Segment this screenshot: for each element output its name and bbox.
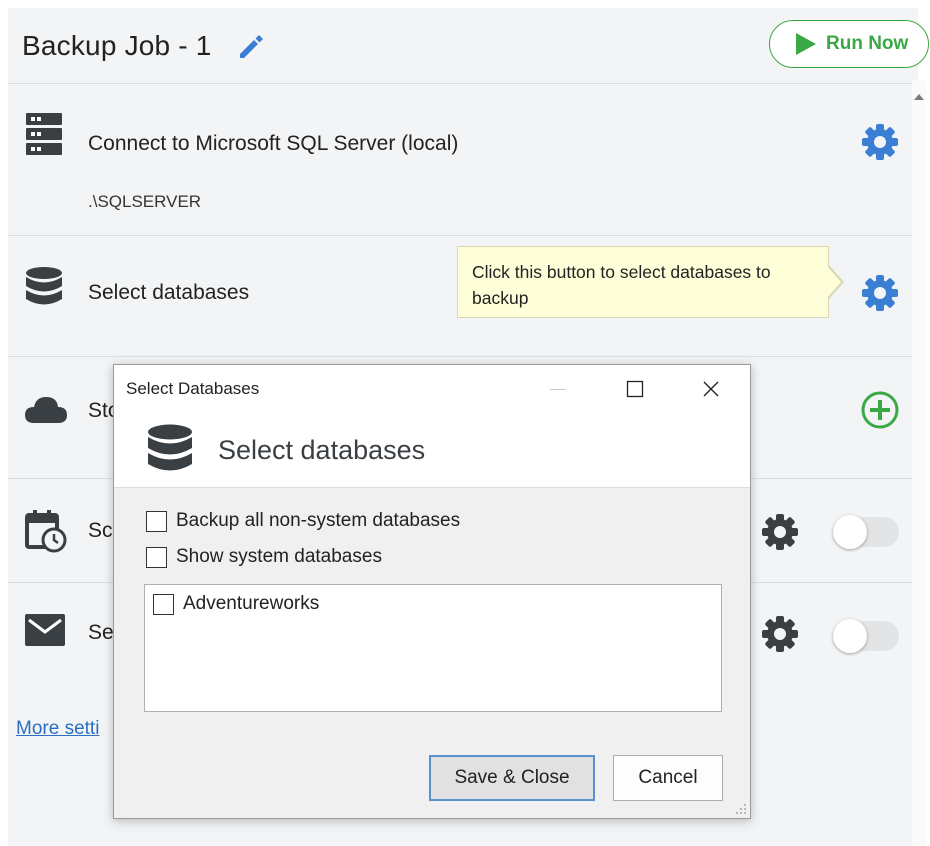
notification-settings-gear-icon[interactable]	[759, 613, 801, 655]
backup-all-label: Backup all non-system databases	[176, 510, 461, 531]
minimize-button[interactable]	[535, 365, 581, 413]
select-databases-dialog: Select Databases Select databases Backup…	[113, 364, 751, 819]
play-icon	[796, 33, 816, 55]
more-settings-link[interactable]: More setti	[16, 718, 99, 740]
show-system-checkbox[interactable]	[146, 546, 167, 568]
database-icon	[26, 267, 62, 305]
dialog-window-title: Select Databases	[126, 379, 260, 398]
notification-label: Se	[88, 621, 114, 644]
dialog-footer: Save & Close Cancel	[114, 737, 750, 818]
cloud-icon	[25, 397, 67, 423]
show-system-label: Show system databases	[176, 546, 382, 567]
cancel-button[interactable]: Cancel	[613, 755, 723, 801]
dialog-heading: Select databases	[218, 435, 426, 465]
job-title: Backup Job - 1	[22, 30, 212, 61]
backup-all-option[interactable]: Backup all non-system databases	[146, 510, 460, 532]
toggle-knob	[833, 619, 867, 653]
run-now-label: Run Now	[826, 33, 909, 54]
select-databases-tooltip: Click this button to select databases to…	[457, 246, 829, 318]
pencil-icon[interactable]	[232, 28, 268, 64]
list-item[interactable]: Adventureworks	[153, 593, 319, 615]
dialog-body: Backup all non-system databases Show sys…	[114, 487, 750, 737]
job-header: Backup Job - 1 Run Now	[8, 8, 929, 84]
database-name: Adventureworks	[183, 593, 320, 614]
calendar-clock-icon	[25, 510, 67, 553]
tooltip-tail	[827, 266, 841, 298]
resize-grip-icon[interactable]	[733, 801, 747, 815]
run-now-button[interactable]: Run Now	[769, 20, 929, 68]
scroll-up-arrow-icon[interactable]	[914, 94, 924, 100]
maximize-icon	[626, 380, 644, 398]
connection-row: Connect to Microsoft SQL Server (local) …	[8, 85, 918, 236]
select-databases-gear-icon[interactable]	[859, 272, 901, 314]
minimize-icon	[550, 389, 566, 390]
database-checkbox[interactable]	[153, 593, 174, 615]
schedule-toggle[interactable]	[833, 515, 899, 549]
connection-settings-gear-icon[interactable]	[859, 121, 901, 163]
close-icon	[703, 381, 719, 397]
notification-toggle[interactable]	[833, 619, 899, 653]
add-storage-plus-circle-icon[interactable]	[859, 389, 901, 431]
backup-all-checkbox[interactable]	[146, 510, 167, 532]
database-icon	[148, 424, 192, 471]
save-close-button[interactable]: Save & Close	[429, 755, 595, 801]
show-system-option[interactable]: Show system databases	[146, 546, 382, 568]
database-list[interactable]: Adventureworks	[144, 584, 722, 712]
close-button[interactable]	[688, 365, 734, 413]
dialog-heading-area: Select databases	[114, 413, 750, 487]
toggle-knob	[833, 515, 867, 549]
server-name: .\SQLSERVER	[88, 192, 202, 211]
server-icon	[26, 113, 62, 155]
connection-label: Connect to Microsoft SQL Server (local)	[88, 132, 459, 155]
select-databases-label: Select databases	[88, 281, 250, 304]
envelope-icon	[25, 614, 65, 646]
schedule-settings-gear-icon[interactable]	[759, 511, 801, 553]
scrollbar[interactable]	[912, 80, 926, 846]
maximize-button[interactable]	[612, 365, 658, 413]
